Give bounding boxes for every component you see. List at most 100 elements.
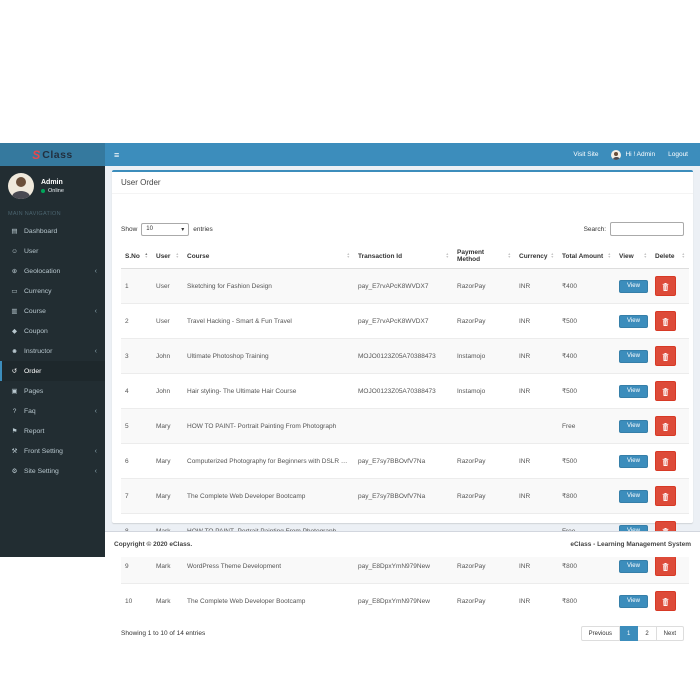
cell-payment-method: RazorPay [453,444,515,479]
sidebar-item-site-setting[interactable]: ⚙ Site Setting ‹ [0,461,105,481]
sidebar-item-geolocation[interactable]: ⊕ Geolocation ‹ [0,261,105,281]
sidebar-item-currency[interactable]: ▭ Currency [0,281,105,301]
brand-logo[interactable]: S Class [0,143,105,166]
profile-status: Online [41,188,64,194]
pagination-previous[interactable]: Previous [581,626,620,641]
visit-site-link[interactable]: Visit Site [573,151,598,158]
topbar: S Class ≡ Visit Site Hi ! Admin Logout [0,143,700,166]
cell-currency: INR [515,584,558,619]
entries-select[interactable]: 10 ▾ [141,223,189,236]
cell-user: John [152,374,183,409]
trash-icon [662,598,669,606]
sidebar-item-dashboard[interactable]: ▤ Dashboard [0,221,105,241]
view-button[interactable]: View [619,420,648,433]
delete-button[interactable] [655,451,676,471]
sidebar-item-coupon[interactable]: ◆ Coupon [0,321,105,341]
delete-button[interactable] [655,416,676,436]
show-label: Show [121,226,137,233]
sidebar-item-faq[interactable]: ? Faq ‹ [0,401,105,421]
cell-currency: INR [515,304,558,339]
table-row: 6 Mary Computerized Photography for Begi… [121,444,689,479]
view-button[interactable]: View [619,595,648,608]
cell-payment-method: Instamojo [453,374,515,409]
cell-sno: 4 [121,374,152,409]
cell-payment-method: RazorPay [453,304,515,339]
pagination-page-1[interactable]: 1 [620,626,638,641]
view-button[interactable]: View [619,455,648,468]
sort-icon: ▲▼ [346,253,350,259]
cell-user: User [152,304,183,339]
trash-icon [662,283,669,291]
screenshot-canvas: S Class ≡ Visit Site Hi ! Admin Logout [0,0,700,700]
sidebar-item-course[interactable]: ▥ Course ‹ [0,301,105,321]
column-header-total-amount[interactable]: Total Amount▲▼ [558,245,615,269]
logout-link[interactable]: Logout [668,151,688,158]
column-header-view[interactable]: View▲▼ [615,245,651,269]
column-header-user[interactable]: User▲▼ [152,245,183,269]
cell-sno: 6 [121,444,152,479]
cell-currency [515,409,558,444]
sidebar-item-report[interactable]: ⚑ Report [0,421,105,441]
avatar [611,150,621,160]
user-plus-icon: ☻ [10,348,19,355]
entries-label: entries [193,226,213,233]
delete-button[interactable] [655,311,676,331]
delete-button[interactable] [655,276,676,296]
cell-course: Travel Hacking - Smart & Fun Travel [183,304,354,339]
column-header-payment-method[interactable]: Payment Method▲▼ [453,245,515,269]
app-name-text: eClass - Learning Management System [570,541,691,548]
cell-transaction-id: pay_E7rvAPcK8WVDX7 [354,304,453,339]
view-button[interactable]: View [619,350,648,363]
sidebar-item-user[interactable]: ☺ User [0,241,105,261]
cell-payment-method: RazorPay [453,269,515,304]
column-header-currency[interactable]: Currency▲▼ [515,245,558,269]
search-control: Search: [584,222,684,236]
sidebar-item-instructor[interactable]: ☻ Instructor ‹ [0,341,105,361]
cell-user: John [152,339,183,374]
sort-icon: ▲▼ [550,253,554,259]
table-row: 2 User Travel Hacking - Smart & Fun Trav… [121,304,689,339]
sort-icon: ▲▼ [445,253,449,259]
tag-icon: ◆ [10,327,19,335]
column-header-s-no[interactable]: S.No▲▼ [121,245,152,269]
table-header-row: S.No▲▼User▲▼Course▲▼Transaction Id▲▼Paym… [121,245,689,269]
sidebar-item-pages[interactable]: ▣ Pages [0,381,105,401]
column-header-delete[interactable]: Delete▲▼ [651,245,689,269]
view-button[interactable]: View [619,315,648,328]
cell-payment-method: RazorPay [453,479,515,514]
copyright-text: Copyright © 2020 eClass. [114,541,192,548]
search-input[interactable] [610,222,684,236]
delete-button[interactable] [655,556,676,576]
delete-button[interactable] [655,486,676,506]
delete-button[interactable] [655,381,676,401]
trash-icon [662,353,669,361]
delete-button[interactable] [655,591,676,611]
user-menu[interactable]: Hi ! Admin [611,150,655,160]
pagination-next[interactable]: Next [657,626,684,641]
cell-total-amount: Free [558,409,615,444]
cell-sno: 2 [121,304,152,339]
chevron-left-icon: ‹ [95,468,97,475]
cell-total-amount: ₹800 [558,584,615,619]
view-button[interactable]: View [619,280,648,293]
view-button[interactable]: View [619,385,648,398]
tools-icon: ⚒ [10,447,19,455]
view-button[interactable]: View [619,490,648,503]
cell-transaction-id: pay_E7rvAPcK8WVDX7 [354,269,453,304]
sidebar-item-order[interactable]: ↺ Order [0,361,105,381]
delete-button[interactable] [655,346,676,366]
column-header-transaction-id[interactable]: Transaction Id▲▼ [354,245,453,269]
cell-course: HOW TO PAINT- Portrait Painting From Pho… [183,409,354,444]
view-button[interactable]: View [619,560,648,573]
cell-total-amount: ₹400 [558,269,615,304]
cell-total-amount: ₹500 [558,374,615,409]
cell-sno: 7 [121,479,152,514]
cell-currency: INR [515,374,558,409]
sidebar-toggle-icon[interactable]: ≡ [105,150,128,160]
table-row: 7 Mary The Complete Web Developer Bootca… [121,479,689,514]
content-area: User Order Show 10 ▾ entries Search: [105,166,700,531]
pagination-page-2[interactable]: 2 [638,626,656,641]
cell-sno: 5 [121,409,152,444]
sidebar-item-front-setting[interactable]: ⚒ Front Setting ‹ [0,441,105,461]
column-header-course[interactable]: Course▲▼ [183,245,354,269]
